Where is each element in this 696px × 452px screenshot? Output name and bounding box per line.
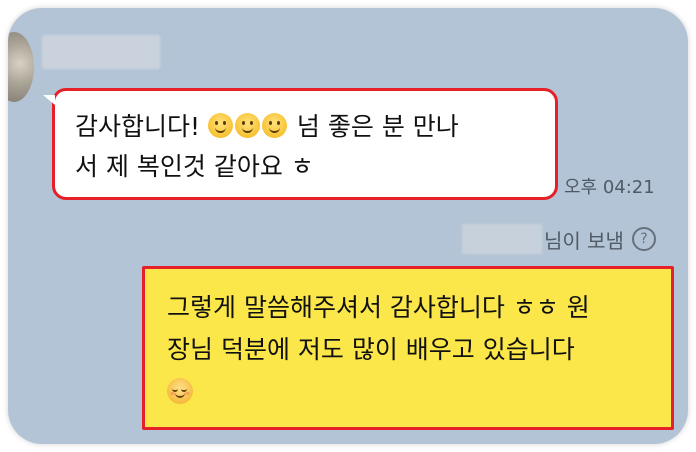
sent-by-suffix: 님이 보냄 bbox=[544, 228, 624, 253]
incoming-message-text: 감사합니다! 넘 좋은 분 만나 서 제 복인것 같아요 ㅎ bbox=[75, 107, 545, 187]
incoming-text-line1: 감사합니다! bbox=[75, 112, 208, 141]
slightly-smiling-face-icon bbox=[207, 113, 233, 138]
incoming-text-line2: 서 제 복인것 같아요 ㅎ bbox=[75, 152, 314, 181]
sender-avatar[interactable] bbox=[8, 32, 34, 102]
outgoing-text-line1: 그렇게 말씀해주셔서 감사합니다 ㅎㅎ 원 bbox=[167, 293, 590, 322]
chat-window: 감사합니다! 넘 좋은 분 만나 서 제 복인것 같아요 ㅎ 오후 04:21 … bbox=[8, 8, 688, 444]
sent-by-label: 님이 보냄 ? bbox=[462, 224, 656, 254]
help-icon[interactable]: ? bbox=[631, 227, 656, 251]
outgoing-message-text: 그렇게 말씀해주셔서 감사합니다 ㅎㅎ 원 장님 덕분에 저도 많이 배우고 있… bbox=[167, 287, 657, 413]
sender-name-redacted bbox=[42, 35, 160, 69]
incoming-message-bubble[interactable]: 감사합니다! 넘 좋은 분 만나 서 제 복인것 같아요 ㅎ bbox=[43, 88, 558, 200]
sent-by-name-redacted bbox=[462, 224, 542, 254]
outgoing-text-line2: 장님 덕분에 저도 많이 배우고 있습니다 bbox=[167, 335, 575, 364]
slightly-smiling-face-icon bbox=[234, 113, 260, 138]
outgoing-message-bubble[interactable]: 그렇게 말씀해주셔서 감사합니다 ㅎㅎ 원 장님 덕분에 저도 많이 배우고 있… bbox=[142, 266, 674, 430]
slightly-smiling-face-icon bbox=[261, 113, 287, 138]
relieved-face-icon bbox=[167, 378, 193, 404]
message-timestamp: 오후 04:21 bbox=[564, 177, 655, 198]
incoming-text-line1-tail: 넘 좋은 분 만나 bbox=[288, 112, 459, 141]
